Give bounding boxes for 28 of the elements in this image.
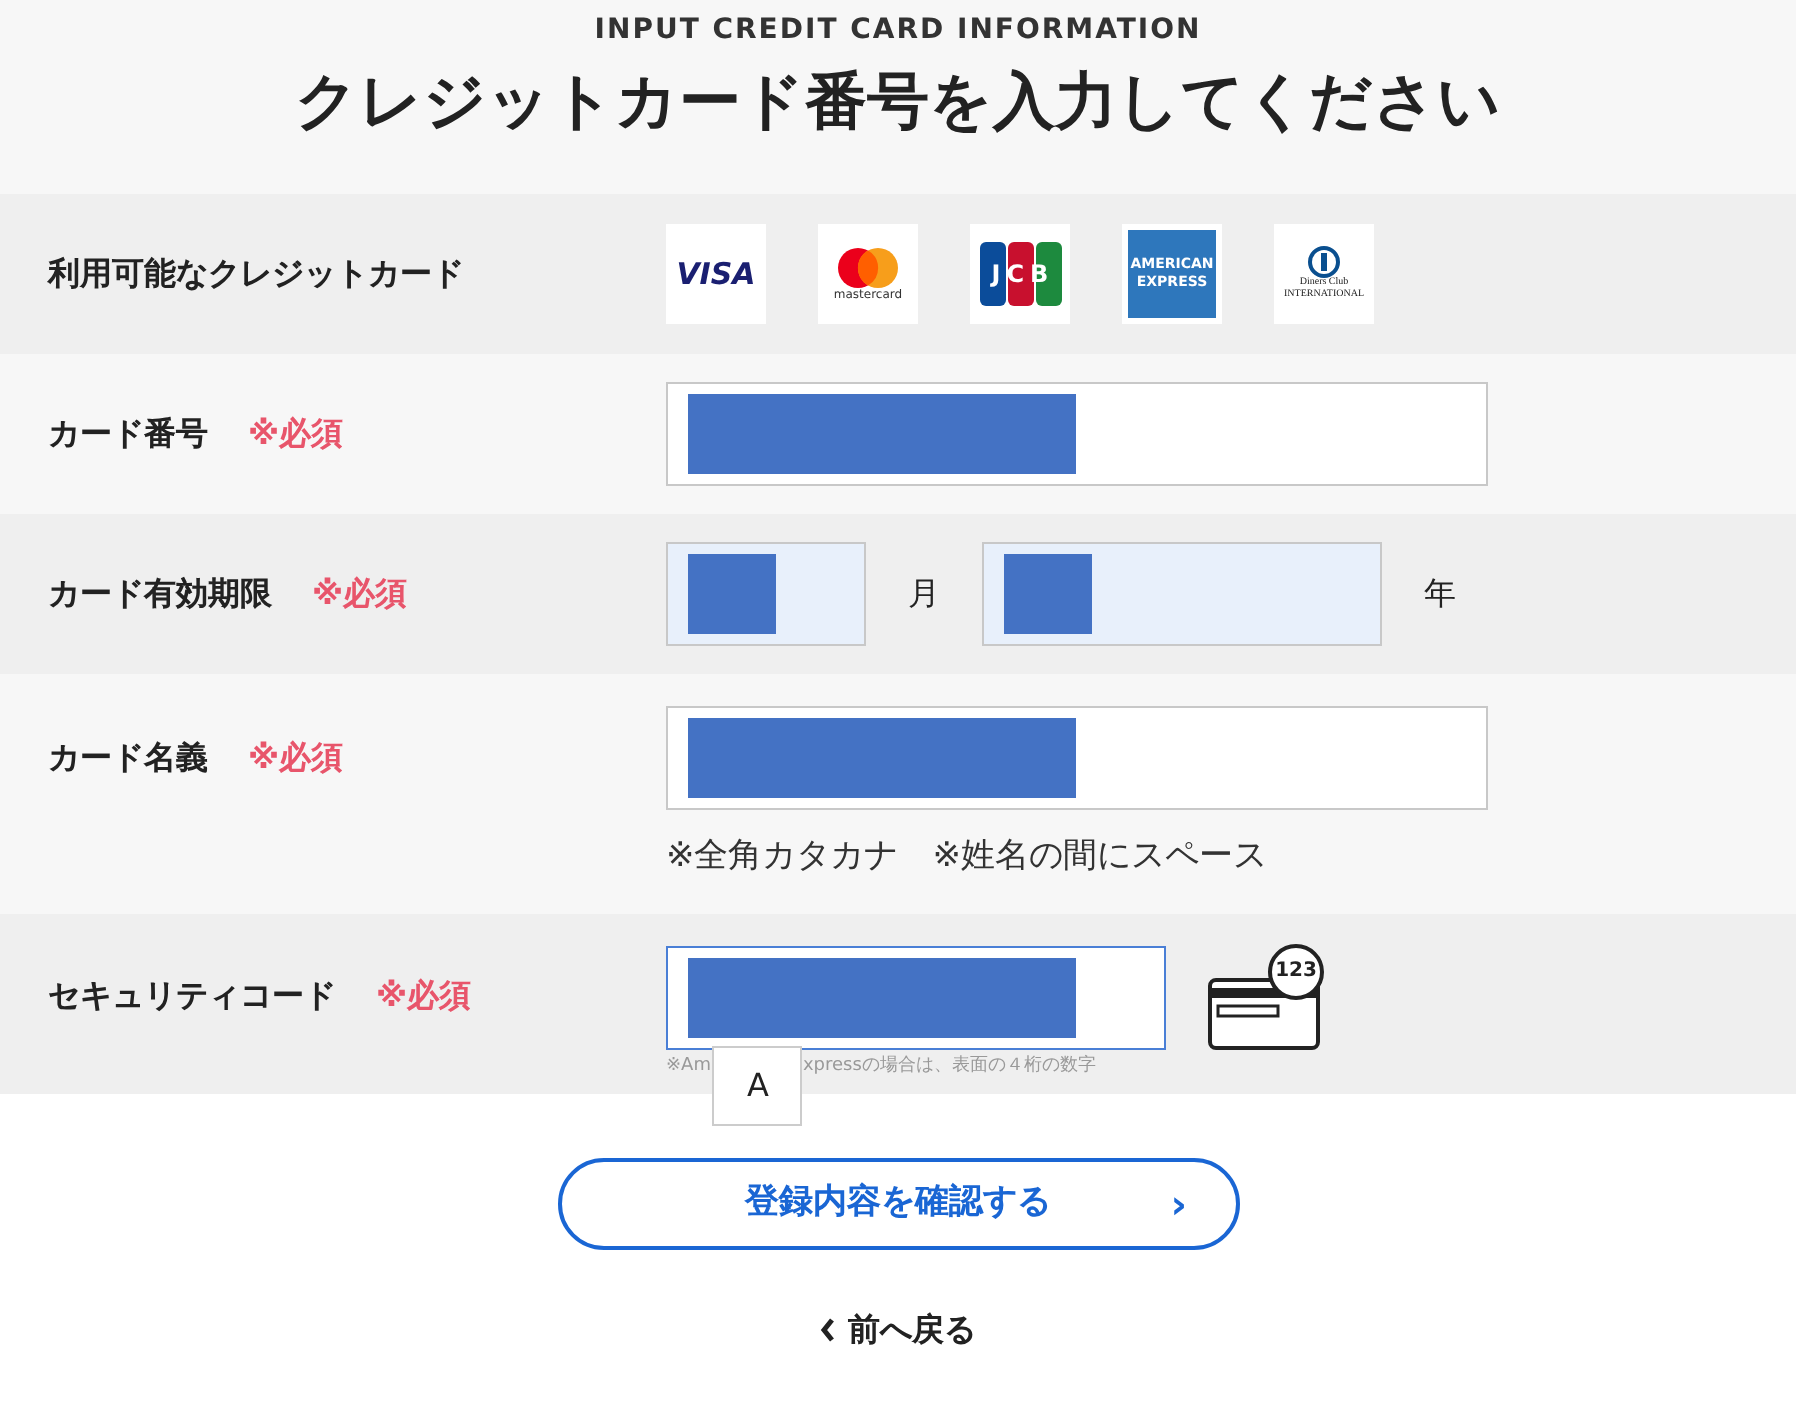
page-title: クレジットカード番号を入力してください <box>295 64 1501 142</box>
input-hint: xpressの場合は、表面の４桁の数字 <box>802 1054 1096 1080</box>
month-unit: 月 <box>908 572 940 616</box>
confirm-button[interactable]: 登録内容を確認する › <box>557 1158 1239 1250</box>
required-label: ※必須 <box>376 974 472 1018</box>
input-field[interactable] <box>666 706 1488 810</box>
field-label: 利用可能なクレジットカード <box>48 252 464 296</box>
field-label: セキュリティコード <box>48 974 336 1018</box>
year-unit: 年 <box>1424 572 1456 616</box>
field-label: カード有効期限 <box>48 572 272 616</box>
redaction-block <box>1004 554 1092 634</box>
required-label: ※必須 <box>248 736 344 780</box>
redaction-block <box>688 554 776 634</box>
visa-logo: VISA <box>666 224 766 324</box>
chevron-left-icon <box>820 1318 836 1342</box>
required-label: ※必須 <box>312 572 408 616</box>
input-hint: ※Am <box>666 1054 711 1080</box>
field-label: カード名義 <box>48 736 208 780</box>
input-popup: A <box>712 1046 803 1126</box>
input-field[interactable] <box>666 946 1166 1050</box>
back-link[interactable]: 前へ戻る <box>820 1306 976 1354</box>
input-field[interactable] <box>666 382 1488 486</box>
input-hint: ※全角カタカナ ※姓名の間にスペース <box>666 834 1269 880</box>
input-field[interactable] <box>666 542 866 646</box>
input-field[interactable] <box>982 542 1382 646</box>
page-subtitle: INPUT CREDIT CARD INFORMATION <box>594 12 1202 50</box>
required-label: ※必須 <box>248 412 344 456</box>
field-label: カード番号 <box>48 412 208 456</box>
